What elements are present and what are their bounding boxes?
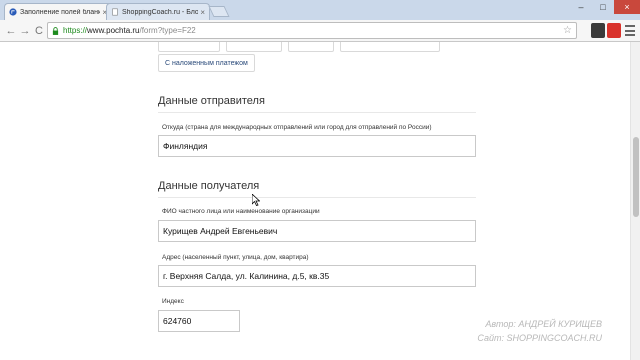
divider xyxy=(158,112,476,113)
address-bar[interactable]: https://www.pochta.ru/form?type=F22 ☆ xyxy=(47,22,577,39)
cash-on-delivery-chip[interactable]: С наложенным платежом xyxy=(158,54,255,72)
tab-close-icon[interactable]: × xyxy=(200,8,205,17)
back-button[interactable]: ← xyxy=(4,23,18,39)
from-label: Откуда (страна для международных отправл… xyxy=(162,124,432,131)
maximize-button[interactable]: □ xyxy=(592,0,614,14)
watermark-site: Сайт: SHOPPINGCOACH.RU xyxy=(477,333,602,343)
menu-icon[interactable] xyxy=(625,25,635,36)
recipient-address-field[interactable]: г. Верхняя Салда, ул. Калинина, д.5, кв.… xyxy=(158,265,476,287)
page-content: С наложенным платежом Данные отправителя… xyxy=(0,42,630,360)
postal-index-field[interactable]: 624760 xyxy=(158,310,240,332)
forward-button[interactable]: → xyxy=(18,23,32,39)
recipient-name-field[interactable]: Курищев Андрей Евгеньевич xyxy=(158,220,476,242)
url-path: /form?type=F22 xyxy=(139,26,196,35)
watermark-author: Автор: АНДРЕЙ КУРИЩЕВ xyxy=(485,319,602,329)
sender-section-title: Данные отправителя xyxy=(158,95,265,107)
tab-title: ShoppingCoach.ru - Блог xyxy=(122,8,199,16)
tab-bar: Заполнение полей бланк × ShoppingCoach.r… xyxy=(0,0,640,20)
lock-icon xyxy=(52,26,59,35)
extension-icon[interactable] xyxy=(591,23,605,38)
from-field[interactable]: Финляндия xyxy=(158,135,476,157)
recipient-section-title: Данные получателя xyxy=(158,180,260,192)
option-chip[interactable] xyxy=(226,42,282,52)
new-tab-button[interactable] xyxy=(208,6,230,17)
bookmark-star-icon[interactable]: ☆ xyxy=(563,25,572,36)
extension-icon[interactable] xyxy=(607,23,621,38)
tab-title: Заполнение полей бланк xyxy=(20,8,101,16)
mouse-cursor-icon xyxy=(252,194,260,206)
pochta-logo-icon xyxy=(9,8,17,16)
close-window-button[interactable]: × xyxy=(614,0,640,14)
tab-pochta-form[interactable]: Заполнение полей бланк × xyxy=(4,3,112,20)
postal-index-label: Индекс xyxy=(162,298,184,305)
option-chip[interactable] xyxy=(340,42,440,52)
recipient-address-label: Адрес (населенный пункт, улица, дом, ква… xyxy=(162,254,309,261)
vertical-scrollbar[interactable] xyxy=(630,42,640,360)
url-scheme: https:// xyxy=(63,26,88,35)
tab-shoppingcoach[interactable]: ShoppingCoach.ru - Блог × xyxy=(106,3,210,20)
option-chip[interactable] xyxy=(158,42,220,52)
reload-button[interactable]: C xyxy=(32,23,46,39)
minimize-button[interactable]: – xyxy=(570,0,592,14)
scrollbar-thumb[interactable] xyxy=(633,137,639,217)
browser-toolbar: ← → C https://www.pochta.ru/form?type=F2… xyxy=(0,20,640,42)
recipient-name-label: ФИО частного лица или наименование орган… xyxy=(162,208,320,215)
divider xyxy=(158,197,476,198)
url-host: www.pochta.ru xyxy=(87,26,140,35)
page-icon xyxy=(112,8,118,16)
option-chip[interactable] xyxy=(288,42,334,52)
